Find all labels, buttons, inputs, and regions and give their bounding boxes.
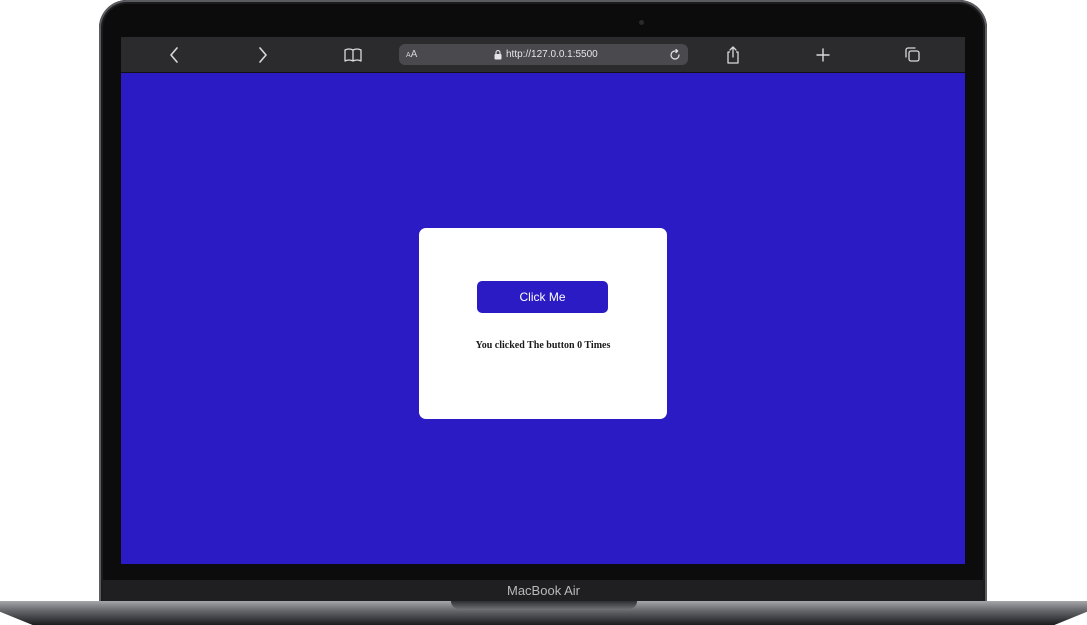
tabs-overview-icon[interactable] [897, 37, 927, 72]
url-text: http://127.0.0.1:5500 [506, 49, 598, 60]
click-count-text: You clicked The button 0 Times [475, 340, 611, 351]
counter-card: Click Me You clicked The button 0 Times [419, 228, 667, 419]
new-tab-plus-icon[interactable] [808, 37, 838, 72]
reader-text-size-button[interactable]: AA [406, 47, 417, 63]
laptop-mockup: AA http://127.0.0.1:5500 Click Me You cl… [0, 0, 1087, 625]
lock-icon [494, 49, 502, 60]
bookmarks-book-icon[interactable] [338, 37, 368, 72]
url-display[interactable]: http://127.0.0.1:5500 [494, 47, 598, 62]
browser-toolbar: AA http://127.0.0.1:5500 [121, 37, 965, 73]
click-me-button[interactable]: Click Me [477, 281, 608, 313]
address-bar[interactable]: AA http://127.0.0.1:5500 [399, 44, 688, 65]
share-icon[interactable] [718, 37, 748, 72]
reload-icon[interactable] [667, 46, 683, 63]
device-model-label: MacBook Air [507, 583, 580, 598]
browser-window: AA http://127.0.0.1:5500 Click Me You cl… [121, 37, 965, 564]
back-arrow-icon[interactable] [159, 37, 189, 72]
webcam [639, 20, 644, 25]
laptop-lid-notch [451, 601, 637, 609]
forward-arrow-icon[interactable] [248, 37, 278, 72]
